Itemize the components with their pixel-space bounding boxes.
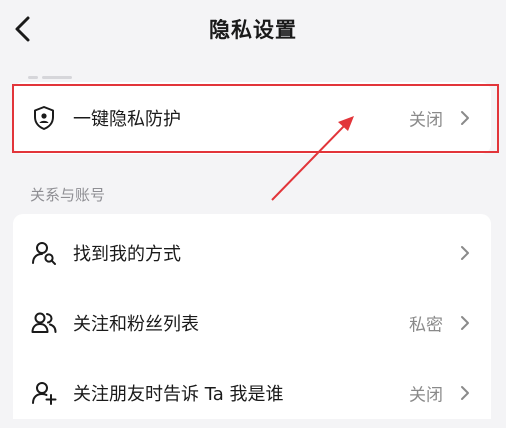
header: 隐私设置 <box>0 0 506 58</box>
users-icon <box>31 312 57 333</box>
find-me-label: 找到我的方式 <box>73 244 181 265</box>
scrolled-text-remnant <box>28 64 98 98</box>
tell-friend-row[interactable]: 关注朋友时告诉 Ta 我是谁 关闭 <box>13 358 491 428</box>
followers-list-row[interactable]: 关注和粉丝列表 私密 <box>13 288 491 358</box>
user-search-icon <box>32 242 56 265</box>
relationship-account-card: 找到我的方式 关注和粉丝列表 私密 关注朋友时告诉 Ta 我是谁 关闭 <box>13 214 491 419</box>
chevron-right-icon <box>461 316 469 330</box>
tell-friend-label: 关注朋友时告诉 Ta 我是谁 <box>73 384 284 405</box>
find-me-row[interactable]: 找到我的方式 <box>13 218 491 288</box>
chevron-right-icon <box>461 386 469 400</box>
highlight-box <box>12 84 499 153</box>
followers-list-label: 关注和粉丝列表 <box>73 314 199 335</box>
user-add-icon <box>32 382 57 405</box>
followers-list-value: 私密 <box>409 315 443 336</box>
section-label: 关系与账号 <box>30 186 106 204</box>
tell-friend-value: 关闭 <box>409 385 443 406</box>
page-title: 隐私设置 <box>209 18 297 42</box>
chevron-right-icon <box>461 246 469 260</box>
